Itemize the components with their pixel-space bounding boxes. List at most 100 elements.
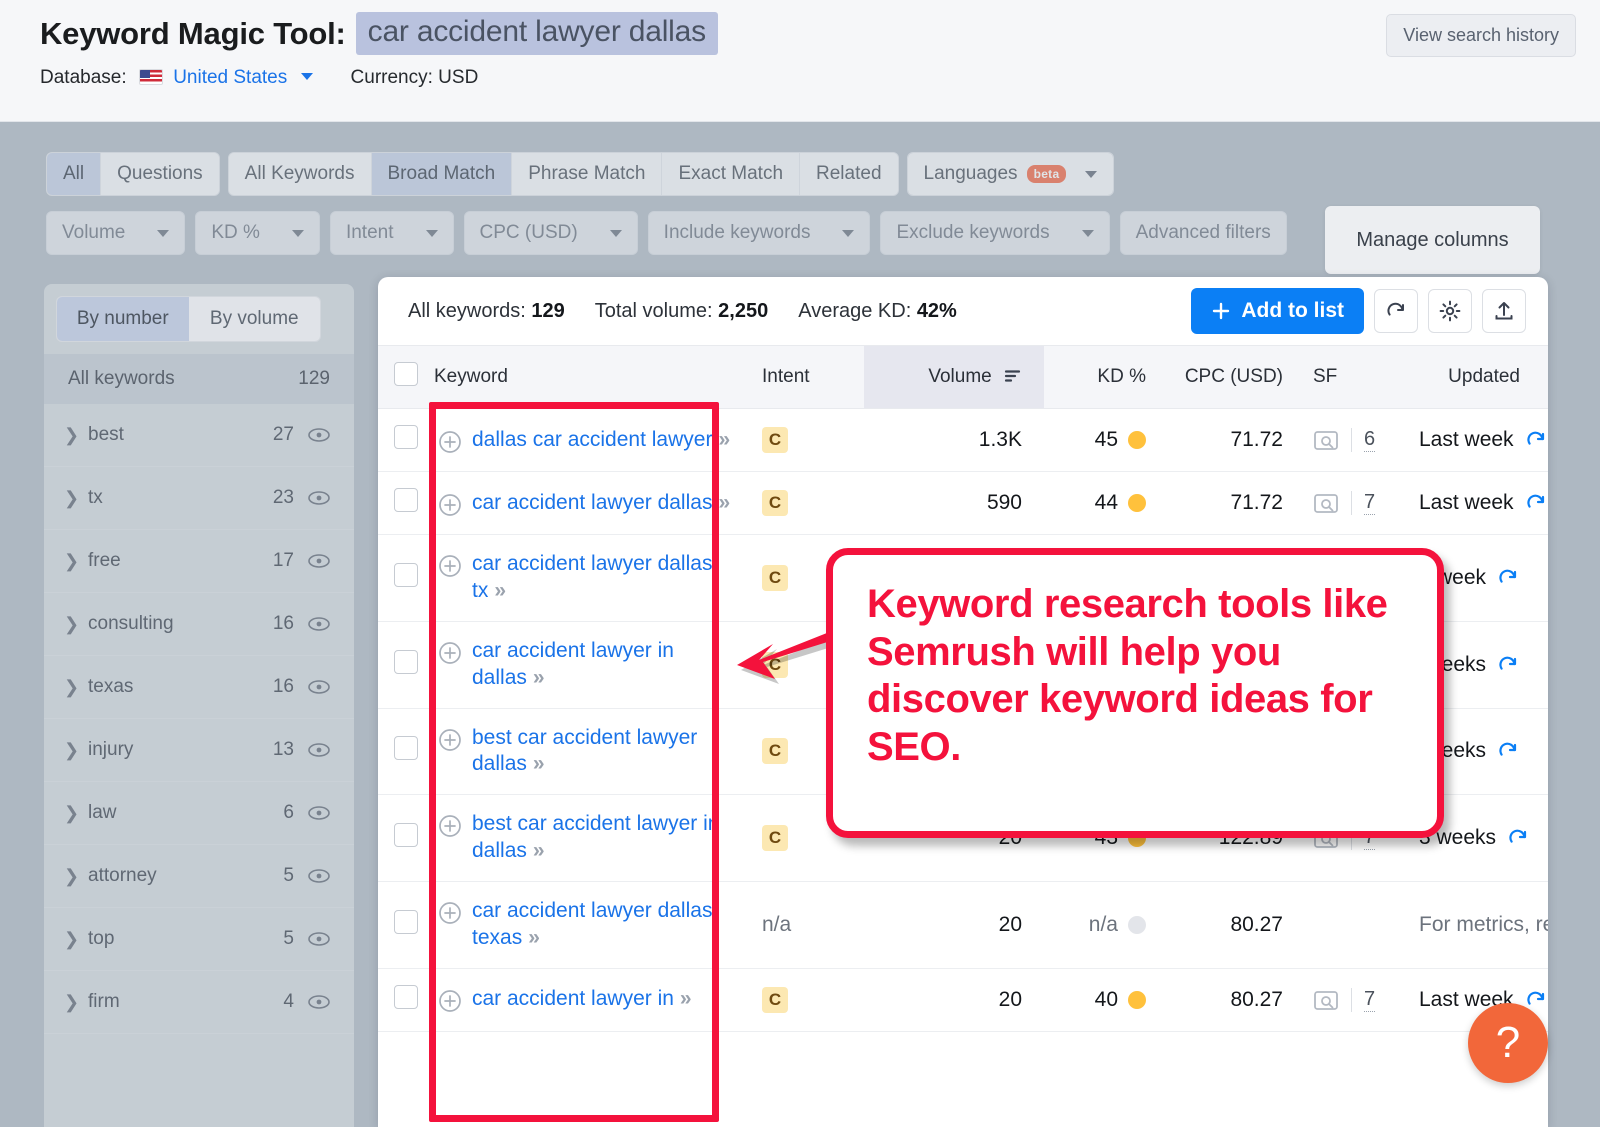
chevron-right-icon[interactable]: ❯ bbox=[64, 425, 88, 446]
sidebar-item[interactable]: ❯ injury 13 bbox=[44, 719, 354, 782]
settings-button[interactable] bbox=[1428, 289, 1472, 333]
chevron-right-icon[interactable]: ❯ bbox=[64, 551, 88, 572]
chevron-down-icon[interactable] bbox=[300, 73, 313, 80]
intent-badge[interactable]: C bbox=[762, 564, 788, 591]
chip-exact-match[interactable]: Exact Match bbox=[662, 153, 801, 195]
intent-badge[interactable]: C bbox=[762, 490, 788, 516]
chevron-right-icon[interactable]: ❯ bbox=[64, 803, 88, 824]
double-chevron-right-icon[interactable]: » bbox=[533, 752, 545, 775]
double-chevron-right-icon[interactable]: » bbox=[533, 666, 545, 689]
export-button[interactable] bbox=[1482, 289, 1526, 333]
double-chevron-right-icon[interactable]: » bbox=[528, 926, 540, 949]
column-header-keyword[interactable]: Keyword bbox=[434, 345, 754, 409]
chip-phrase-match[interactable]: Phrase Match bbox=[512, 153, 663, 195]
keyword-link[interactable]: car accident lawyer dallas tx» bbox=[472, 551, 748, 605]
filter-include-keywords[interactable]: Include keywords bbox=[647, 211, 871, 255]
column-header-volume[interactable]: Volume bbox=[864, 345, 1044, 409]
add-keyword-icon[interactable] bbox=[438, 814, 462, 838]
column-header-kd[interactable]: KD % bbox=[1044, 345, 1154, 409]
sidebar-toggle-by-volume[interactable]: By volume bbox=[189, 297, 321, 341]
eye-icon[interactable] bbox=[308, 869, 330, 883]
chip-languages[interactable]: Languages beta bbox=[907, 153, 1114, 195]
row-checkbox[interactable] bbox=[394, 823, 418, 848]
sidebar-item[interactable]: ❯ free 17 bbox=[44, 530, 354, 593]
double-chevron-right-icon[interactable]: » bbox=[533, 839, 545, 862]
row-checkbox[interactable] bbox=[394, 984, 418, 1009]
add-keyword-icon[interactable] bbox=[438, 554, 462, 578]
eye-icon[interactable] bbox=[308, 932, 330, 946]
intent-badge[interactable]: C bbox=[762, 825, 788, 852]
row-checkbox[interactable] bbox=[394, 488, 418, 512]
double-chevron-right-icon[interactable]: » bbox=[718, 428, 730, 451]
chevron-down-icon[interactable] bbox=[1085, 170, 1098, 178]
chip-all-keywords[interactable]: All Keywords bbox=[228, 153, 372, 195]
table-row[interactable]: car accident lawyer dallas» C 590 44 71.72 7 L… bbox=[378, 471, 1548, 535]
refresh-row-icon[interactable] bbox=[1496, 739, 1520, 763]
row-checkbox[interactable] bbox=[394, 425, 418, 449]
refresh-row-icon[interactable] bbox=[1506, 826, 1530, 850]
refresh-button[interactable] bbox=[1374, 289, 1418, 333]
filter-intent[interactable]: Intent bbox=[329, 211, 454, 255]
chip-questions[interactable]: Questions bbox=[101, 153, 219, 195]
filter-exclude-keywords[interactable]: Exclude keywords bbox=[880, 211, 1110, 255]
chevron-right-icon[interactable]: ❯ bbox=[64, 614, 88, 635]
chevron-right-icon[interactable]: ❯ bbox=[64, 866, 88, 887]
sidebar-item[interactable]: ❯ best 27 bbox=[44, 404, 354, 467]
add-keyword-icon[interactable] bbox=[438, 430, 462, 454]
serp-features-icon[interactable] bbox=[1313, 429, 1339, 451]
column-header-sf[interactable]: SF bbox=[1299, 345, 1419, 409]
filter-advanced[interactable]: Advanced filters bbox=[1119, 211, 1287, 255]
chip-broad-match[interactable]: Broad Match bbox=[371, 153, 513, 195]
chevron-right-icon[interactable]: ❯ bbox=[64, 677, 88, 698]
intent-badge[interactable]: C bbox=[762, 427, 788, 453]
eye-icon[interactable] bbox=[308, 743, 330, 757]
chevron-right-icon[interactable]: ❯ bbox=[64, 488, 88, 509]
sidebar-item[interactable]: ❯ tx 23 bbox=[44, 467, 354, 530]
eye-icon[interactable] bbox=[308, 428, 330, 442]
row-checkbox[interactable] bbox=[394, 909, 418, 934]
column-header-intent[interactable]: Intent bbox=[754, 345, 864, 409]
table-row[interactable]: dallas car accident lawyer» C 1.3K 45 71.72 6… bbox=[378, 408, 1548, 472]
sidebar-toggle-by-number[interactable]: By number bbox=[57, 297, 189, 341]
table-row[interactable]: car accident lawyer dallas texas» n/a 20 n/… bbox=[378, 881, 1548, 969]
add-keyword-icon[interactable] bbox=[438, 901, 462, 925]
eye-icon[interactable] bbox=[308, 680, 330, 694]
manage-columns-tooltip[interactable]: Manage columns bbox=[1325, 206, 1540, 274]
double-chevron-right-icon[interactable]: » bbox=[494, 579, 506, 602]
sidebar-item[interactable]: ❯ law 6 bbox=[44, 782, 354, 845]
column-header-updated[interactable]: Updated bbox=[1419, 345, 1548, 409]
row-checkbox[interactable] bbox=[394, 649, 418, 674]
eye-icon[interactable] bbox=[308, 491, 330, 505]
search-query-chip[interactable]: car accident lawyer dallas bbox=[355, 12, 718, 55]
row-checkbox[interactable] bbox=[394, 562, 418, 587]
keyword-link[interactable]: car accident lawyer in dallas» bbox=[472, 638, 748, 692]
sidebar-item[interactable]: ❯ top 5 bbox=[44, 908, 354, 971]
keyword-link[interactable]: car accident lawyer in » bbox=[472, 986, 692, 1013]
column-header-cpc[interactable]: CPC (USD) bbox=[1154, 345, 1299, 409]
serp-features-icon[interactable] bbox=[1313, 492, 1339, 514]
chip-all[interactable]: All bbox=[47, 153, 102, 195]
serp-features-icon[interactable] bbox=[1313, 989, 1339, 1011]
sidebar-item[interactable]: ❯ texas 16 bbox=[44, 656, 354, 719]
sidebar-item[interactable]: ❯ attorney 5 bbox=[44, 845, 354, 908]
add-keyword-icon[interactable] bbox=[438, 641, 462, 665]
eye-icon[interactable] bbox=[308, 995, 330, 1009]
filter-cpc[interactable]: CPC (USD) bbox=[463, 211, 638, 255]
chevron-right-icon[interactable]: ❯ bbox=[64, 740, 88, 761]
view-search-history-button[interactable]: View search history bbox=[1386, 14, 1576, 57]
sf-count[interactable]: 7 bbox=[1364, 491, 1376, 515]
double-chevron-right-icon[interactable]: » bbox=[718, 491, 730, 514]
filter-volume[interactable]: Volume bbox=[46, 211, 186, 255]
sf-count[interactable]: 6 bbox=[1364, 428, 1376, 452]
chevron-right-icon[interactable]: ❯ bbox=[64, 992, 88, 1013]
database-value[interactable]: United States bbox=[173, 67, 287, 88]
add-keyword-icon[interactable] bbox=[438, 728, 462, 752]
sidebar-item[interactable]: ❯ firm 4 bbox=[44, 971, 354, 1034]
table-row[interactable]: car accident lawyer in» C 20 40 80.27 7 Last w… bbox=[378, 968, 1548, 1032]
sidebar-item-all-keywords[interactable]: All keywords 129 bbox=[44, 354, 354, 404]
row-checkbox[interactable] bbox=[394, 736, 418, 761]
keyword-link[interactable]: car accident lawyer dallas texas» bbox=[472, 898, 748, 952]
double-chevron-right-icon[interactable]: » bbox=[680, 987, 692, 1010]
refresh-row-icon[interactable] bbox=[1496, 653, 1520, 677]
sf-count[interactable]: 7 bbox=[1364, 988, 1376, 1012]
